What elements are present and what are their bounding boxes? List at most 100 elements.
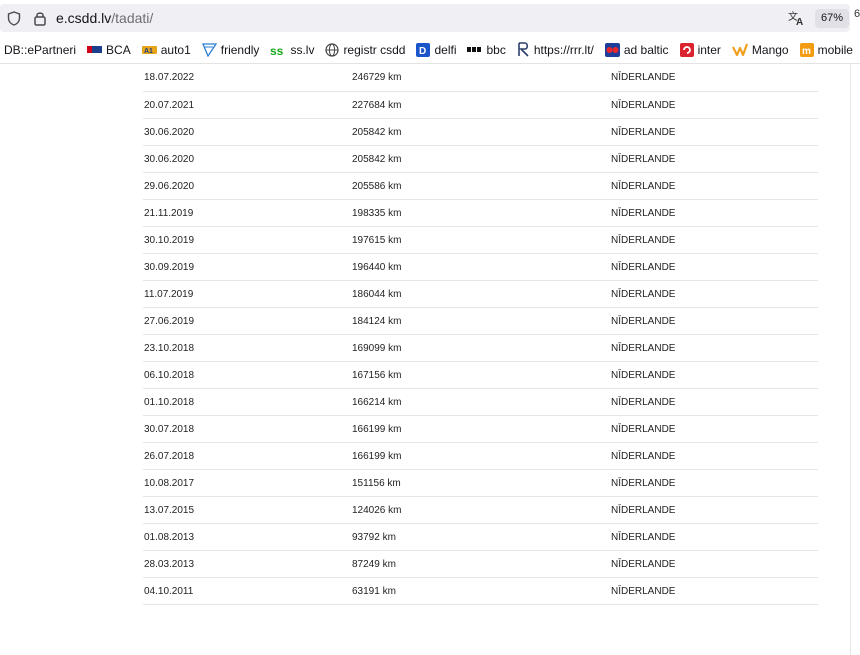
bookmark-label: inter bbox=[697, 42, 721, 57]
mileage-cell: 196440 km bbox=[352, 253, 611, 281]
bookmark-friendly[interactable]: friendly bbox=[201, 43, 259, 57]
shield-icon[interactable] bbox=[7, 11, 21, 26]
mileage-cell: 166214 km bbox=[352, 388, 611, 416]
table-row: 28.03.2013 87249 km NĪDERLANDE bbox=[143, 550, 818, 578]
url-text[interactable]: e.csdd.lv/tadati/ bbox=[56, 10, 153, 26]
table-row: 30.07.2018 166199 km NĪDERLANDE bbox=[143, 415, 818, 443]
table-row: 06.10.2018 167156 km NĪDERLANDE bbox=[143, 361, 818, 389]
bookmark-label: ss.lv bbox=[290, 42, 315, 57]
table-row: 20.07.2021 227684 km NĪDERLANDE bbox=[143, 91, 818, 119]
bookmark-bca[interactable]: BCA bbox=[87, 43, 131, 57]
date-cell: 20.07.2021 bbox=[143, 91, 352, 119]
date-cell: 30.06.2020 bbox=[143, 118, 352, 146]
country-cell: NĪDERLANDE bbox=[611, 577, 818, 605]
bookmark-label: Mango bbox=[751, 42, 789, 57]
mileage-cell: 186044 km bbox=[352, 280, 611, 308]
date-cell: 29.06.2020 bbox=[143, 172, 352, 200]
mileage-cell: 63191 km bbox=[352, 577, 611, 605]
country-cell: NĪDERLANDE bbox=[611, 253, 818, 281]
date-cell: 01.08.2013 bbox=[143, 523, 352, 551]
date-cell: 11.07.2019 bbox=[143, 280, 352, 308]
date-cell: 30.06.2020 bbox=[143, 145, 352, 173]
date-cell: 27.06.2019 bbox=[143, 307, 352, 335]
country-cell: NĪDERLANDE bbox=[611, 469, 818, 497]
mileage-cell: 166199 km bbox=[352, 415, 611, 443]
mileage-cell: 184124 km bbox=[352, 307, 611, 335]
bca-icon bbox=[87, 45, 103, 54]
mileage-cell: 198335 km bbox=[352, 199, 611, 227]
bookmark-inter[interactable]: inter bbox=[679, 42, 721, 57]
country-cell: NĪDERLANDE bbox=[611, 172, 818, 200]
rrr-icon bbox=[517, 42, 530, 57]
bookmark-mobile[interactable]: m mobile bbox=[799, 42, 853, 57]
country-cell: NĪDERLANDE bbox=[611, 550, 818, 578]
url-toolbar: e.csdd.lv/tadati/ 文 A 67% 6 bbox=[0, 0, 860, 36]
country-cell: NĪDERLANDE bbox=[611, 442, 818, 470]
table-row: 27.06.2019 184124 km NĪDERLANDE bbox=[143, 307, 818, 335]
ss-icon: ss bbox=[270, 44, 286, 56]
bookmark-label: auto1 bbox=[160, 42, 191, 57]
bookmark-label: DB::ePartneri bbox=[4, 42, 77, 57]
mileage-cell: 124026 km bbox=[352, 496, 611, 524]
bookmark-label: https://rrr.lt/ bbox=[533, 42, 594, 57]
country-cell: NĪDERLANDE bbox=[611, 334, 818, 362]
table-row: 23.10.2018 169099 km NĪDERLANDE bbox=[143, 334, 818, 362]
svg-text:A: A bbox=[796, 17, 803, 26]
mileage-cell: 93792 km bbox=[352, 523, 611, 551]
country-cell: NĪDERLANDE bbox=[611, 388, 818, 416]
country-cell: NĪDERLANDE bbox=[611, 280, 818, 308]
date-cell: 21.11.2019 bbox=[143, 199, 352, 227]
bookmark-rrr[interactable]: https://rrr.lt/ bbox=[517, 42, 594, 57]
country-cell: NĪDERLANDE bbox=[611, 307, 818, 335]
bookmark-dbepartneri[interactable]: DB::ePartneri bbox=[4, 43, 76, 57]
table-row: 11.07.2019 186044 km NĪDERLANDE bbox=[143, 280, 818, 308]
mobile-icon: m bbox=[799, 42, 814, 57]
bookmark-ad-baltic[interactable]: ad baltic bbox=[604, 42, 669, 57]
zoom-level-button[interactable]: 67% bbox=[815, 9, 850, 28]
bookmark-auto1[interactable]: A1 auto1 bbox=[141, 42, 191, 57]
page-content: 18.07.2022 246729 km NĪDERLANDE 20.07.2021 2… bbox=[0, 64, 860, 655]
mileage-cell: 205842 km bbox=[352, 145, 611, 173]
bookmark-label: delfi bbox=[434, 42, 457, 57]
bookmark-label: bbc bbox=[486, 42, 506, 57]
table-row: 30.09.2019 196440 km NĪDERLANDE bbox=[143, 253, 818, 281]
date-cell: 06.10.2018 bbox=[143, 361, 352, 389]
svg-text:m: m bbox=[802, 46, 811, 57]
svg-text:D: D bbox=[419, 46, 426, 57]
bookmark-mango[interactable]: Mango bbox=[731, 42, 789, 57]
bookmark-delfi[interactable]: D delfi bbox=[416, 42, 457, 57]
table-row: 04.10.2011 63191 km NĪDERLANDE bbox=[143, 577, 818, 605]
table-row: 30.06.2020 205842 km NĪDERLANDE bbox=[143, 145, 818, 173]
mileage-cell: 151156 km bbox=[352, 469, 611, 497]
country-cell: NĪDERLANDE bbox=[611, 415, 818, 443]
bookmark-sslv[interactable]: ss ss.lv bbox=[270, 43, 314, 57]
mileage-cell: 166199 km bbox=[352, 442, 611, 470]
bookmarks-toolbar: DB::ePartneri BCA A1 auto1 friendly ss s… bbox=[0, 36, 860, 64]
table-row: 30.10.2019 197615 km NĪDERLANDE bbox=[143, 226, 818, 254]
date-cell: 10.08.2017 bbox=[143, 469, 352, 497]
mileage-cell: 205586 km bbox=[352, 172, 611, 200]
scrollbar-track[interactable] bbox=[850, 64, 851, 655]
translate-icon[interactable]: 文 A bbox=[788, 10, 806, 26]
date-cell: 30.09.2019 bbox=[143, 253, 352, 281]
adbaltic-icon bbox=[604, 42, 620, 57]
bookmark-label: registr csdd bbox=[343, 42, 406, 57]
svg-text:A1: A1 bbox=[144, 48, 153, 55]
country-cell: NĪDERLANDE bbox=[611, 523, 818, 551]
auto1-icon: A1 bbox=[141, 45, 157, 55]
table-row: 10.08.2017 151156 km NĪDERLANDE bbox=[143, 469, 818, 497]
country-cell: NĪDERLANDE bbox=[611, 496, 818, 524]
svg-text:ss: ss bbox=[270, 44, 284, 56]
bookmark-bbc[interactable]: bbc bbox=[467, 42, 506, 57]
country-cell: NĪDERLANDE bbox=[611, 361, 818, 389]
date-cell: 13.07.2015 bbox=[143, 496, 352, 524]
delfi-icon: D bbox=[416, 42, 431, 57]
lock-icon[interactable] bbox=[33, 10, 47, 26]
country-cell: NĪDERLANDE bbox=[611, 145, 818, 173]
table-row: 26.07.2018 166199 km NĪDERLANDE bbox=[143, 442, 818, 470]
url-domain: e.csdd.lv bbox=[56, 10, 112, 26]
bookmark-registr-csdd[interactable]: registr csdd bbox=[325, 43, 405, 57]
mileage-cell: 167156 km bbox=[352, 361, 611, 389]
table-body: 18.07.2022 246729 km NĪDERLANDE 20.07.2021 2… bbox=[143, 64, 818, 605]
table-row: 29.06.2020 205586 km NĪDERLANDE bbox=[143, 172, 818, 200]
